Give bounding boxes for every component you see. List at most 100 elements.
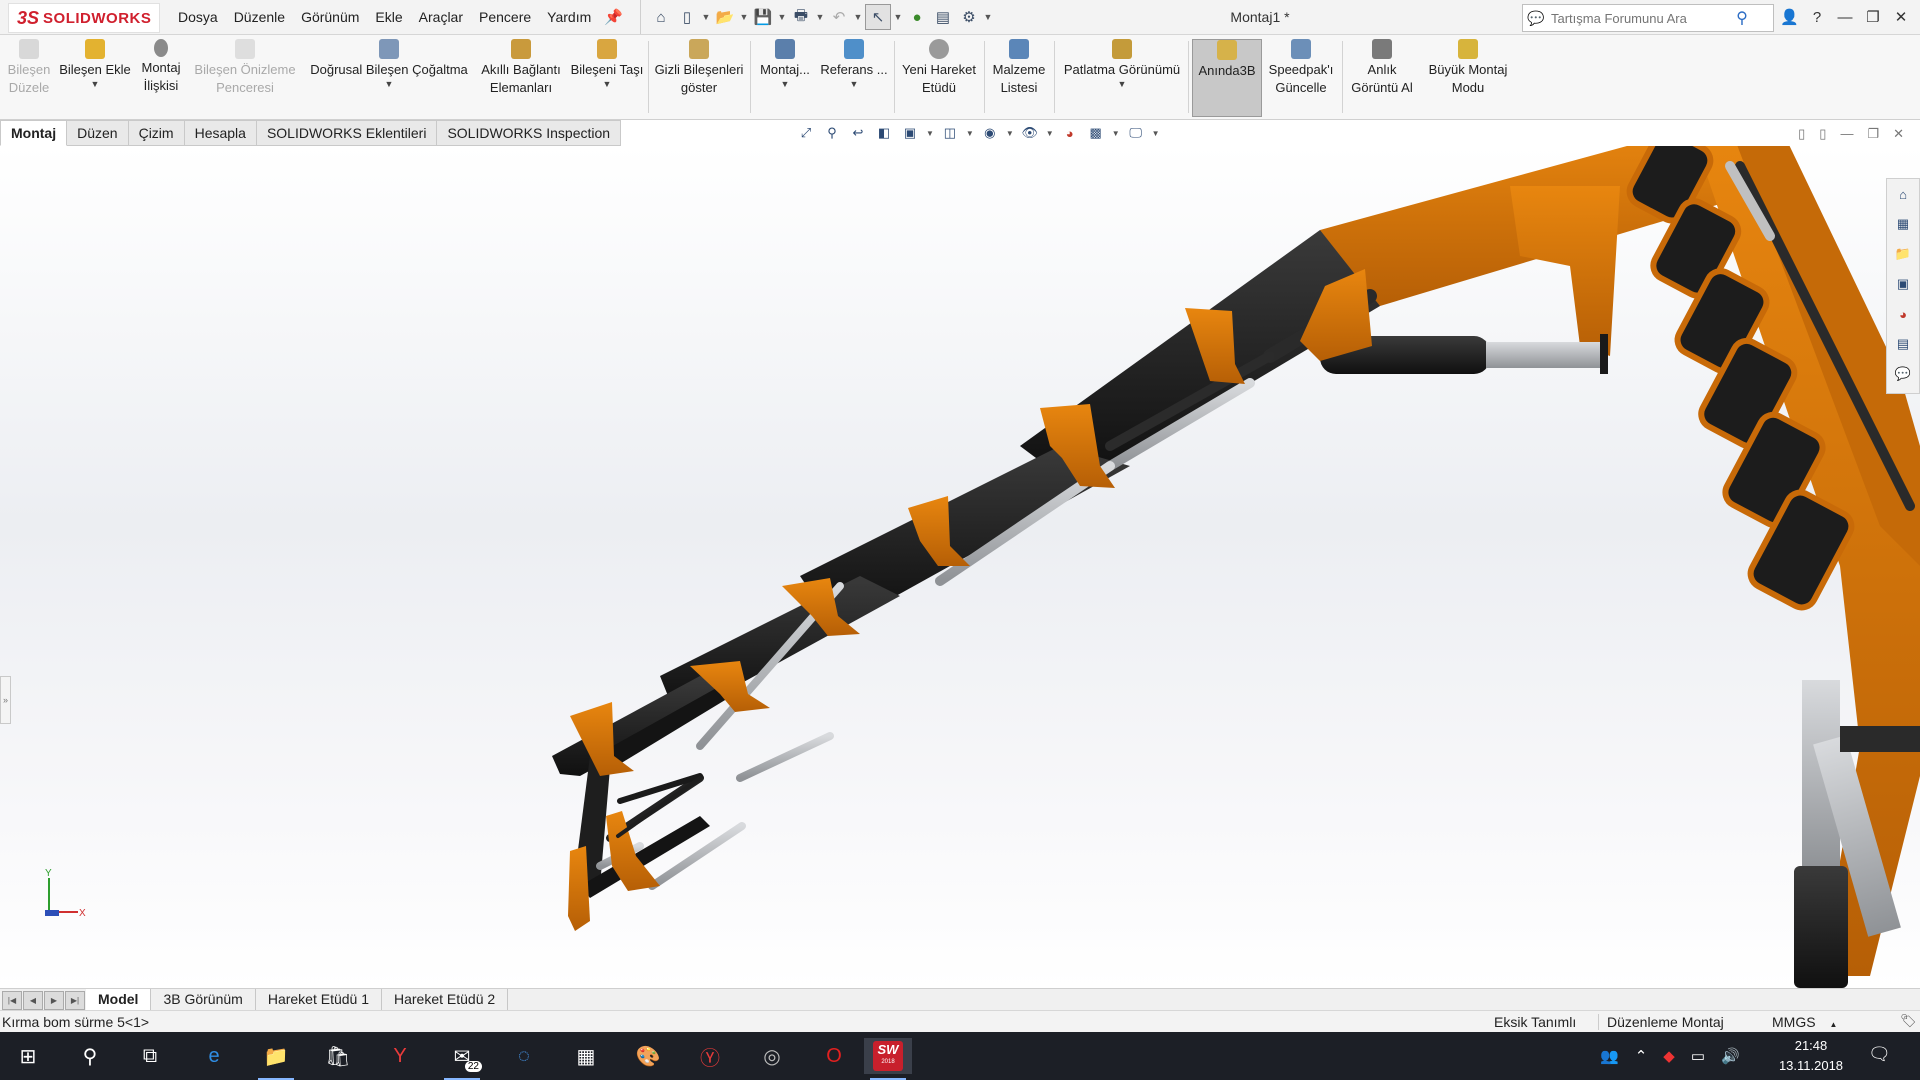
design-library-icon[interactable]: ▦ bbox=[1892, 213, 1914, 235]
chevron-down-icon[interactable]: ▼ bbox=[385, 79, 394, 89]
tab-evaluate[interactable]: Hesapla bbox=[184, 120, 257, 146]
chevron-down-icon[interactable]: ▼ bbox=[777, 12, 787, 22]
loading-app-icon[interactable]: ◌ bbox=[500, 1038, 548, 1074]
menu-edit[interactable]: Düzenle bbox=[226, 9, 293, 25]
tags-icon[interactable]: 🏷 bbox=[1900, 1013, 1917, 1029]
restore-icon[interactable]: ❐ bbox=[1864, 8, 1882, 26]
windows-start-icon[interactable]: ⊞ bbox=[4, 1038, 52, 1074]
show-hidden-components-button[interactable]: Gizli Bileşenleri göster bbox=[652, 39, 746, 115]
minimize-icon[interactable]: — bbox=[1836, 9, 1854, 26]
open-folder-icon[interactable]: 📂 bbox=[713, 5, 737, 29]
people-icon[interactable]: 👥 bbox=[1600, 1047, 1619, 1065]
forum-icon[interactable]: 💬 bbox=[1892, 363, 1914, 385]
task-view-icon[interactable]: ⧉ bbox=[126, 1038, 174, 1074]
hide-show-items-icon[interactable]: 👁 bbox=[1020, 124, 1040, 142]
linear-pattern-button[interactable]: Doğrusal Bileşen Çoğaltma ▼ bbox=[304, 39, 474, 115]
reference-geometry-button[interactable]: Referans ... ▼ bbox=[818, 39, 890, 115]
insert-component-button[interactable]: Bileşen Ekle ▼ bbox=[58, 39, 132, 115]
menu-file[interactable]: Dosya bbox=[170, 9, 226, 25]
new-document-icon[interactable]: ▯ bbox=[675, 5, 699, 29]
tile-right-icon[interactable]: ▯ bbox=[1819, 126, 1826, 142]
chevron-up-icon[interactable]: ⌃ bbox=[1635, 1047, 1648, 1065]
search-icon[interactable]: ⚲ bbox=[66, 1038, 114, 1074]
smart-fasteners-button[interactable]: Akıllı Bağlantı Elemanları bbox=[476, 39, 566, 115]
last-tab-icon[interactable]: ▶| bbox=[65, 991, 85, 1010]
solidworks-resources-icon[interactable]: ⌂ bbox=[1892, 183, 1914, 205]
graphics-area[interactable]: Y X » bbox=[0, 146, 1920, 988]
antivirus-icon[interactable]: ◆ bbox=[1663, 1047, 1675, 1065]
chevron-down-icon[interactable]: ▼ bbox=[983, 12, 993, 22]
tab-motion-study-2[interactable]: Hareket Etüdü 2 bbox=[382, 989, 509, 1010]
menu-help[interactable]: Yardım bbox=[539, 9, 599, 25]
chevron-down-icon[interactable]: ▼ bbox=[781, 79, 790, 89]
appearances-icon[interactable]: ◕ bbox=[1892, 303, 1914, 325]
chevron-down-icon[interactable]: ▼ bbox=[926, 129, 934, 138]
file-explorer-icon[interactable]: 📁 bbox=[252, 1038, 300, 1080]
chevron-down-icon[interactable]: ▼ bbox=[701, 12, 711, 22]
feature-tree-collapse-handle[interactable]: » bbox=[0, 676, 11, 724]
yandex-icon[interactable]: Y bbox=[376, 1038, 424, 1074]
traffic-light-icon[interactable]: ● bbox=[905, 5, 929, 29]
chevron-down-icon[interactable]: ▼ bbox=[815, 12, 825, 22]
bill-of-materials-button[interactable]: Malzeme Listesi bbox=[988, 39, 1050, 115]
chevron-down-icon[interactable]: ▼ bbox=[739, 12, 749, 22]
chevron-down-icon[interactable]: ▼ bbox=[603, 79, 612, 89]
file-properties-icon[interactable]: ▤ bbox=[931, 5, 955, 29]
volume-icon[interactable]: 🔊 bbox=[1721, 1047, 1740, 1065]
pin-menu-icon[interactable]: 📌 bbox=[604, 8, 623, 26]
select-cursor-icon[interactable]: ↖ bbox=[865, 4, 891, 30]
chevron-down-icon[interactable]: ▼ bbox=[1046, 129, 1054, 138]
chevron-down-icon[interactable]: ▼ bbox=[966, 129, 974, 138]
solidworks-taskbar-icon[interactable]: SW 2018 bbox=[864, 1038, 912, 1080]
gear-icon[interactable]: ⚙ bbox=[957, 5, 981, 29]
battery-icon[interactable]: ▭ bbox=[1691, 1047, 1705, 1065]
disc-app-icon[interactable]: ◎ bbox=[748, 1038, 796, 1074]
take-snapshot-button[interactable]: Anlık Görüntü Al bbox=[1346, 39, 1418, 115]
zoom-to-fit-icon[interactable]: ⤢ bbox=[796, 124, 816, 142]
help-icon[interactable]: ? bbox=[1808, 9, 1826, 26]
close-icon[interactable]: ✕ bbox=[1892, 8, 1910, 26]
close-icon[interactable]: ✕ bbox=[1893, 126, 1904, 142]
large-assembly-mode-button[interactable]: Büyük Montaj Modu bbox=[1422, 39, 1514, 115]
yandex-browser-icon[interactable]: Ⓨ bbox=[686, 1038, 734, 1074]
tab-3d-view[interactable]: 3B Görünüm bbox=[151, 989, 256, 1010]
edge-browser-icon[interactable]: e bbox=[190, 1038, 238, 1074]
chevron-down-icon[interactable]: ▼ bbox=[1112, 129, 1120, 138]
mate-button[interactable]: Montaj İlişkisi bbox=[136, 39, 186, 115]
view-settings-icon[interactable]: 🖵 bbox=[1126, 124, 1146, 142]
minimize-icon[interactable]: — bbox=[1840, 126, 1853, 142]
calculator-icon[interactable]: ▦ bbox=[562, 1038, 610, 1074]
action-center-icon[interactable]: 🗨 bbox=[1868, 1044, 1891, 1065]
chevron-down-icon[interactable]: ▼ bbox=[1006, 129, 1014, 138]
previous-tab-icon[interactable]: ◀ bbox=[23, 991, 43, 1010]
chevron-down-icon[interactable]: ▼ bbox=[850, 79, 859, 89]
tab-assembly[interactable]: Montaj bbox=[0, 120, 68, 146]
restore-icon[interactable]: ❐ bbox=[1867, 126, 1879, 142]
unit-system-selector[interactable]: MMGS ▲ bbox=[1772, 1014, 1837, 1030]
save-icon[interactable]: 💾 bbox=[751, 5, 775, 29]
search-icon[interactable]: ⚲ bbox=[1729, 8, 1755, 28]
first-tab-icon[interactable]: |◀ bbox=[2, 991, 22, 1010]
tab-layout[interactable]: Düzen bbox=[67, 120, 129, 146]
component-preview-button[interactable]: Bileşen Önizleme Penceresi bbox=[190, 39, 300, 115]
instant3d-button[interactable]: Anında3B bbox=[1192, 39, 1262, 117]
next-tab-icon[interactable]: ▶ bbox=[44, 991, 64, 1010]
opera-icon[interactable]: O bbox=[810, 1038, 858, 1074]
menu-tools[interactable]: Araçlar bbox=[411, 9, 471, 25]
section-view-icon[interactable]: ◧ bbox=[874, 124, 894, 142]
tab-motion-study-1[interactable]: Hareket Etüdü 1 bbox=[256, 989, 382, 1010]
chevron-down-icon[interactable]: ▼ bbox=[1152, 129, 1160, 138]
menu-window[interactable]: Pencere bbox=[471, 9, 539, 25]
tab-addins[interactable]: SOLIDWORKS Eklentileri bbox=[256, 120, 438, 146]
search-input[interactable] bbox=[1549, 9, 1729, 27]
new-motion-study-button[interactable]: Yeni Hareket Etüdü bbox=[898, 39, 980, 115]
user-icon[interactable]: 👤 bbox=[1780, 8, 1799, 26]
chevron-down-icon[interactable]: ▼ bbox=[853, 12, 863, 22]
chevron-down-icon[interactable]: ▼ bbox=[91, 79, 100, 89]
update-speedpak-button[interactable]: Speedpak'ı Güncelle bbox=[1264, 39, 1338, 115]
chevron-down-icon[interactable]: ▼ bbox=[1118, 79, 1127, 89]
menu-insert[interactable]: Ekle bbox=[367, 9, 410, 25]
scenes-icon[interactable]: ▩ bbox=[1086, 124, 1106, 142]
undo-icon[interactable]: ↶ bbox=[827, 5, 851, 29]
zoom-to-area-icon[interactable]: ⚲ bbox=[822, 124, 842, 142]
